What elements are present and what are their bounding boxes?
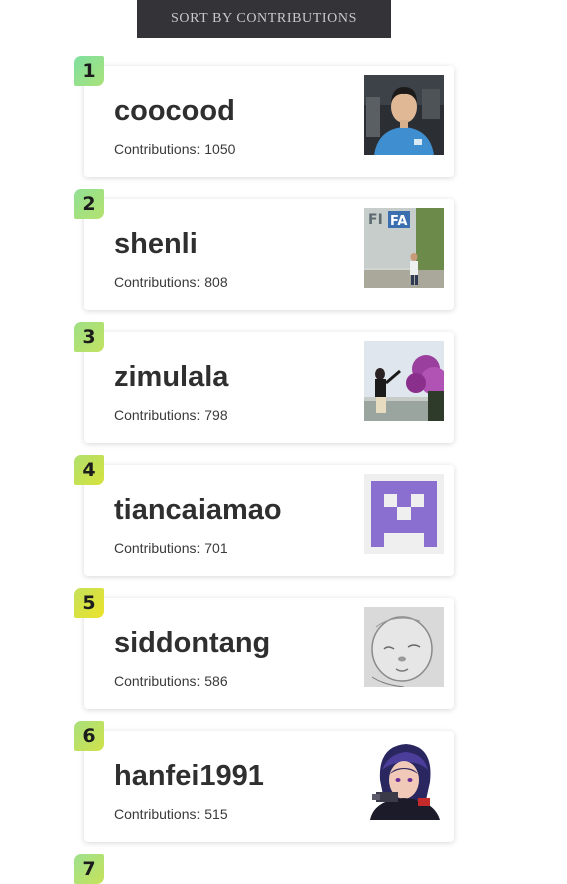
username[interactable]: zimulala bbox=[114, 360, 228, 394]
avatar[interactable] bbox=[364, 607, 444, 687]
username[interactable]: tiancaiamao bbox=[114, 493, 282, 527]
avatar[interactable]: FI FA bbox=[364, 208, 444, 288]
contributor-card[interactable]: 5 siddontang Contributions: 586 bbox=[74, 588, 454, 709]
rank-badge: 6 bbox=[74, 721, 104, 751]
contributor-card[interactable]: 2 shenli Contributions: 808 FI FA bbox=[74, 189, 454, 310]
sort-by-contributions-button[interactable]: SORT BY CONTRIBUTIONS bbox=[137, 0, 391, 38]
username[interactable]: hanfei1991 bbox=[114, 759, 264, 793]
avatar[interactable] bbox=[364, 75, 444, 155]
svg-text:FI: FI bbox=[368, 212, 383, 228]
contributor-card[interactable]: 1 coocood Contributions: 1050 bbox=[74, 56, 454, 177]
avatar[interactable] bbox=[364, 341, 444, 421]
contributions-count: Contributions: 798 bbox=[114, 407, 228, 423]
rank-badge-partial: 7 bbox=[74, 854, 104, 884]
contributions-count: Contributions: 586 bbox=[114, 673, 228, 689]
contributions-count: Contributions: 1050 bbox=[114, 141, 236, 157]
rank-badge: 5 bbox=[74, 588, 104, 618]
rank-badge: 4 bbox=[74, 455, 104, 485]
avatar[interactable] bbox=[364, 740, 444, 820]
avatar[interactable] bbox=[364, 474, 444, 554]
contributor-card[interactable]: 4 tiancaiamao Contributions: 701 bbox=[74, 455, 454, 576]
rank-badge: 1 bbox=[74, 56, 104, 86]
contributor-card[interactable]: 3 zimulala Contributions: 798 bbox=[74, 322, 454, 443]
username[interactable]: siddontang bbox=[114, 626, 270, 660]
contributions-count: Contributions: 515 bbox=[114, 806, 228, 822]
contributions-count: Contributions: 808 bbox=[114, 274, 228, 290]
contributions-count: Contributions: 701 bbox=[114, 540, 228, 556]
rank-badge: 3 bbox=[74, 322, 104, 352]
contributor-card[interactable]: 6 hanfei1991 Contributions: 515 bbox=[74, 721, 454, 842]
username[interactable]: coocood bbox=[114, 94, 235, 128]
rank-badge: 2 bbox=[74, 189, 104, 219]
username[interactable]: shenli bbox=[114, 227, 198, 261]
svg-text:FA: FA bbox=[390, 214, 407, 229]
